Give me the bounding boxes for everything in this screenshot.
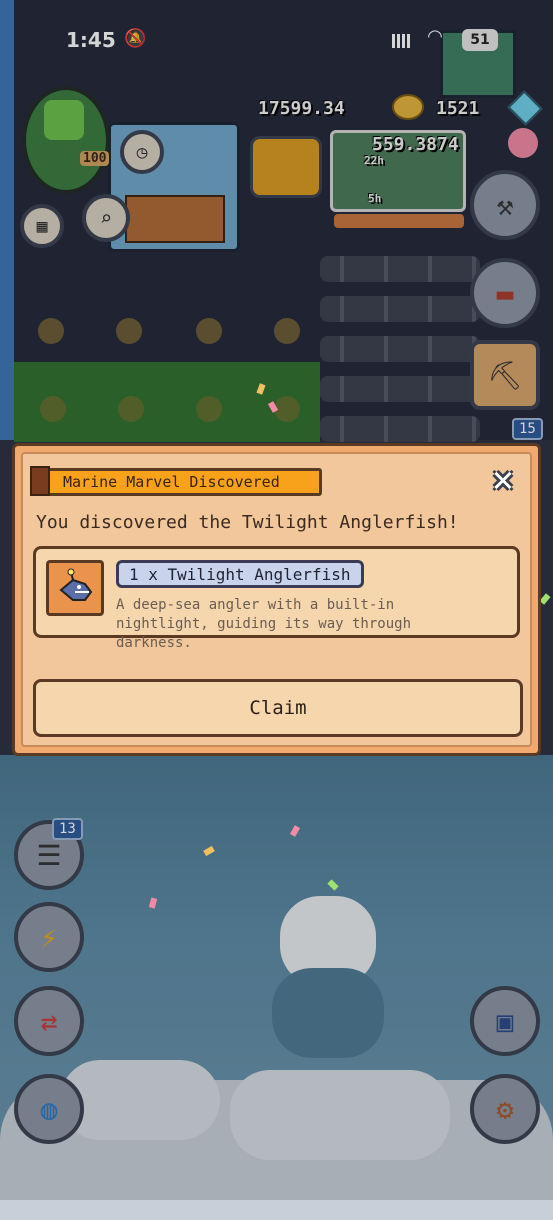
dialog-title: Marine Marvel Discovered	[34, 468, 322, 496]
close-icon: ✕	[492, 458, 514, 500]
close-button[interactable]: ✕	[484, 458, 522, 500]
item-description: A deep-sea angler with a built-in nightl…	[116, 597, 412, 651]
item-icon-frame	[46, 560, 104, 616]
item-name-label: 1 x Twilight Anglerfish	[116, 560, 364, 588]
discovery-headline: You discovered the Twilight Anglerfish!	[36, 512, 459, 533]
claim-button[interactable]: Claim	[33, 679, 523, 737]
banner-icon	[30, 466, 50, 496]
anglerfish-icon	[59, 568, 93, 601]
